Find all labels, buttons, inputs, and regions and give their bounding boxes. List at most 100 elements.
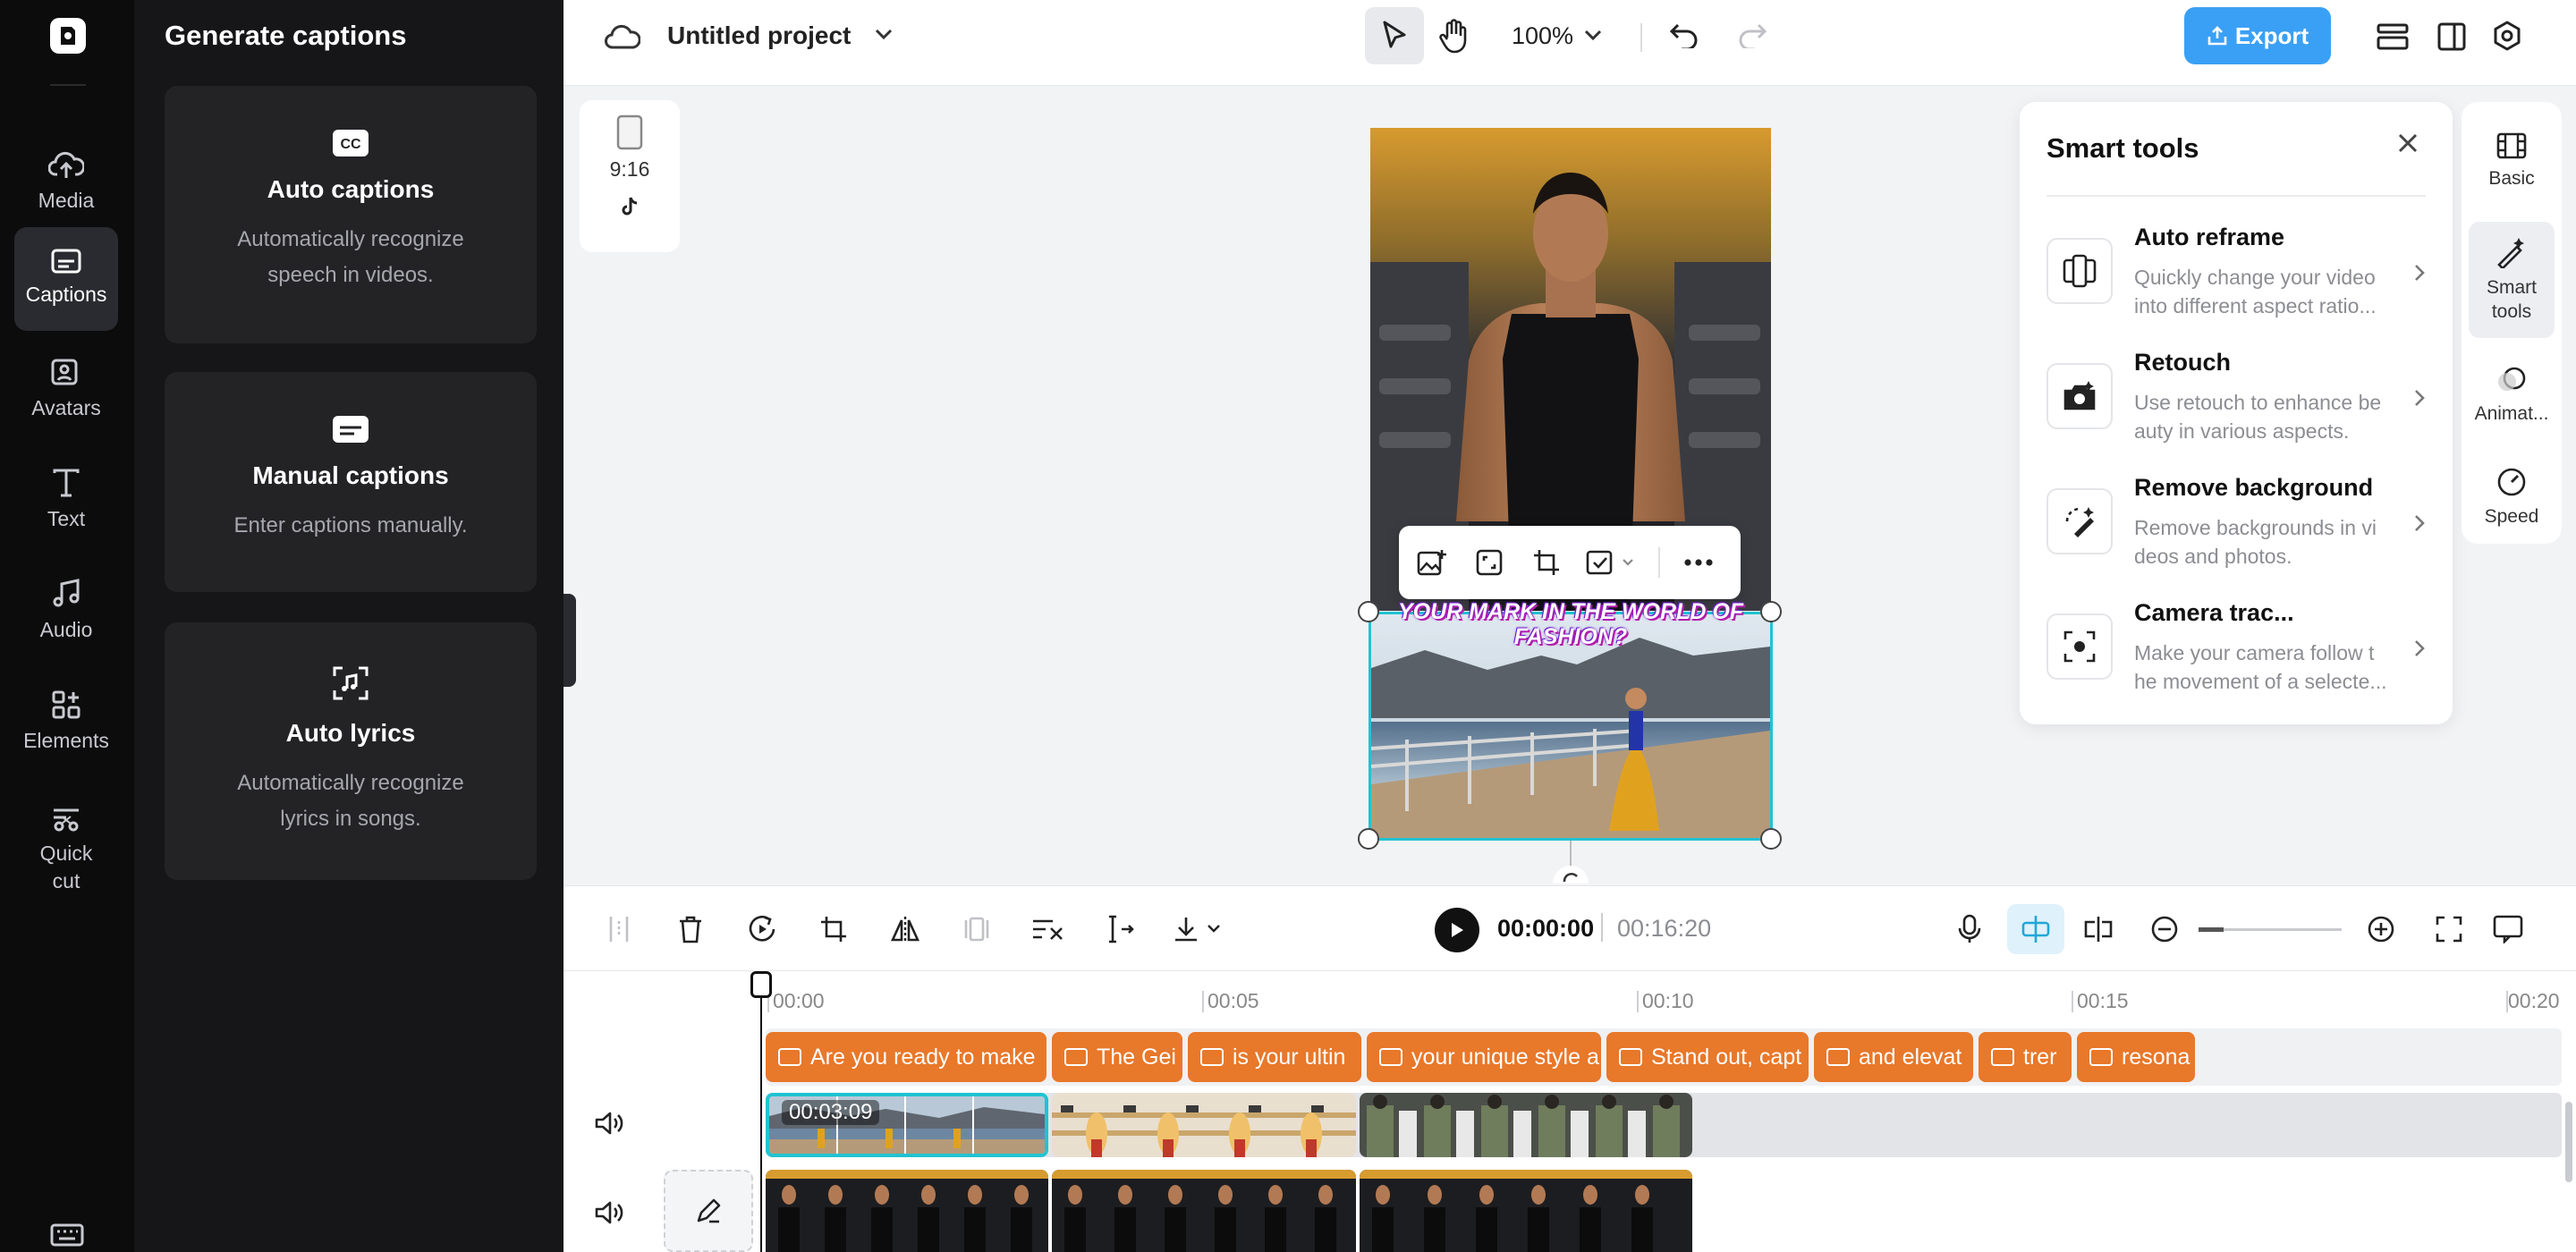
zoom-in-icon[interactable] xyxy=(2361,909,2401,949)
track-volume-icon[interactable] xyxy=(594,1111,624,1136)
crop-clip-icon[interactable] xyxy=(814,909,853,949)
project-name[interactable]: Untitled project xyxy=(667,21,851,50)
resize-handle-top-left[interactable] xyxy=(1358,601,1379,622)
cloud-sync-icon[interactable] xyxy=(605,23,640,50)
resize-handle-bottom-right[interactable] xyxy=(1760,828,1782,850)
playhead-line[interactable] xyxy=(760,980,762,1252)
caption-clip[interactable]: The Gei xyxy=(1052,1032,1182,1082)
caption-overlay-text[interactable]: YOUR MARK IN THE WORLD OF FASHION? xyxy=(1370,599,1771,649)
video-clip[interactable] xyxy=(1360,1093,1692,1157)
camera-track-icon xyxy=(2046,613,2113,680)
auto-snap-icon[interactable] xyxy=(2016,909,2055,949)
speed-replay-icon[interactable] xyxy=(742,909,782,949)
tab-animation[interactable]: Animat... xyxy=(2469,343,2555,449)
caption-clip[interactable]: and elevat xyxy=(1814,1032,1973,1082)
caption-clip[interactable]: Stand out, capt xyxy=(1606,1032,1809,1082)
smart-crop-icon[interactable] xyxy=(1470,544,1508,581)
track-volume-icon[interactable] xyxy=(594,1200,624,1225)
tab-smart-tools[interactable]: Smart tools xyxy=(2469,222,2555,338)
main-video-clip[interactable] xyxy=(1052,1170,1356,1252)
rail-item-audio[interactable]: Audio xyxy=(14,560,118,664)
smart-tool-camera-tracking[interactable]: Camera trac... Make your camera follow t… xyxy=(2046,599,2431,706)
microphone-icon[interactable] xyxy=(1950,909,1989,949)
rail-item-avatars[interactable]: Avatars xyxy=(14,338,118,442)
film-icon xyxy=(2496,132,2527,159)
caption-box-icon xyxy=(332,415,369,444)
card-description: Automatically recognize speech in videos… xyxy=(237,227,464,287)
rail-item-label: Media xyxy=(38,189,95,213)
rail-item-text[interactable]: Text xyxy=(14,449,118,553)
hand-pan-icon[interactable] xyxy=(1438,18,1470,54)
video-clip[interactable] xyxy=(1052,1093,1356,1157)
app-logo[interactable] xyxy=(50,18,86,54)
layout-panel-icon[interactable] xyxy=(2436,21,2467,52)
keyboard-icon[interactable] xyxy=(50,1223,84,1247)
main-video-clip[interactable] xyxy=(766,1170,1048,1252)
export-icon xyxy=(2207,25,2228,47)
caption-clip-icon xyxy=(778,1048,801,1066)
video-clip-selected[interactable]: 00:03:09 xyxy=(766,1093,1048,1157)
smart-tool-retouch[interactable]: Retouch Use retouch to enhance be auty i… xyxy=(2046,349,2431,456)
rail-item-elements[interactable]: Elements xyxy=(14,671,118,774)
fit-timeline-icon[interactable] xyxy=(2429,909,2469,949)
playhead-handle[interactable] xyxy=(750,971,772,998)
caption-clip[interactable]: Are you ready to make xyxy=(766,1032,1046,1082)
chevron-right-icon xyxy=(2413,388,2426,408)
tab-speed[interactable]: Speed xyxy=(2469,445,2555,551)
caption-clip[interactable]: is your ultin xyxy=(1188,1032,1361,1082)
settings-gear-icon[interactable] xyxy=(2490,20,2524,54)
background-remove-icon[interactable] xyxy=(1585,544,1639,581)
resize-handle-top-right[interactable] xyxy=(1760,601,1782,622)
zoom-out-icon[interactable] xyxy=(2145,909,2184,949)
caption-preview-icon[interactable] xyxy=(2488,909,2528,949)
rail-item-media[interactable]: Media xyxy=(14,131,118,234)
redo-icon[interactable] xyxy=(1737,21,1767,48)
ruler-tick xyxy=(1637,991,1639,1012)
trim-icon[interactable] xyxy=(1100,909,1140,949)
split-view-icon[interactable] xyxy=(2079,909,2118,949)
total-duration: 00:16:20 xyxy=(1617,915,1712,942)
rail-item-captions[interactable]: Captions xyxy=(14,227,118,331)
freeze-frame-icon[interactable] xyxy=(957,909,996,949)
caption-clip[interactable]: resona xyxy=(2077,1032,2195,1082)
flip-icon[interactable] xyxy=(886,909,925,949)
retouch-camera-icon xyxy=(2046,363,2113,429)
tab-basic[interactable]: Basic xyxy=(2469,109,2555,215)
smart-tool-remove-background[interactable]: Remove background Remove backgrounds in … xyxy=(2046,474,2431,581)
card-title: Manual captions xyxy=(252,461,449,489)
tool-description: Quickly change your video into different… xyxy=(2134,266,2377,317)
export-label: Export xyxy=(2234,21,2309,49)
manual-captions-card[interactable]: Manual captions Enter captions manually. xyxy=(165,372,537,592)
play-button[interactable] xyxy=(1435,908,1479,952)
download-icon[interactable] xyxy=(1172,909,1225,949)
split-icon[interactable] xyxy=(599,909,639,949)
rail-item-quick-cut[interactable]: Quick cut xyxy=(14,792,118,909)
resize-handle-bottom-left[interactable] xyxy=(1358,828,1379,850)
replace-image-icon[interactable] xyxy=(1413,544,1451,581)
aspect-ratio-selector[interactable]: 9:16 xyxy=(580,100,680,252)
chevron-down-icon[interactable] xyxy=(873,27,894,41)
cover-edit-slot[interactable] xyxy=(664,1170,753,1252)
pencil-icon xyxy=(695,1197,722,1224)
caption-clip-icon xyxy=(1064,1048,1088,1066)
zoom-level[interactable]: 100% xyxy=(1512,22,1573,50)
caption-clip[interactable]: trer xyxy=(1979,1032,2072,1082)
close-icon[interactable] xyxy=(2395,131,2420,156)
undo-icon[interactable] xyxy=(1669,21,1699,48)
auto-lyrics-card[interactable]: Auto lyrics Automatically recognize lyri… xyxy=(165,622,537,880)
remove-silence-icon[interactable] xyxy=(1029,909,1068,949)
collapse-panel-handle[interactable] xyxy=(564,594,576,687)
cursor-pointer-icon[interactable] xyxy=(1379,20,1410,52)
timeline-scrollbar[interactable] xyxy=(2565,1102,2572,1182)
smart-tool-auto-reframe[interactable]: Auto reframe Quickly change your video i… xyxy=(2046,224,2431,331)
layers-icon[interactable] xyxy=(2376,21,2410,52)
main-video-clip[interactable] xyxy=(1360,1170,1692,1252)
zoom-chevron-icon[interactable] xyxy=(1583,29,1603,41)
auto-captions-card[interactable]: CC Auto captions Automatically recognize… xyxy=(165,86,537,343)
crop-icon[interactable] xyxy=(1528,544,1565,581)
more-options-icon[interactable] xyxy=(1680,544,1717,581)
export-button[interactable]: Export xyxy=(2184,7,2331,64)
caption-clip[interactable]: your unique style a xyxy=(1367,1032,1601,1082)
delete-icon[interactable] xyxy=(671,909,710,949)
rotate-handle[interactable] xyxy=(1553,866,1589,884)
